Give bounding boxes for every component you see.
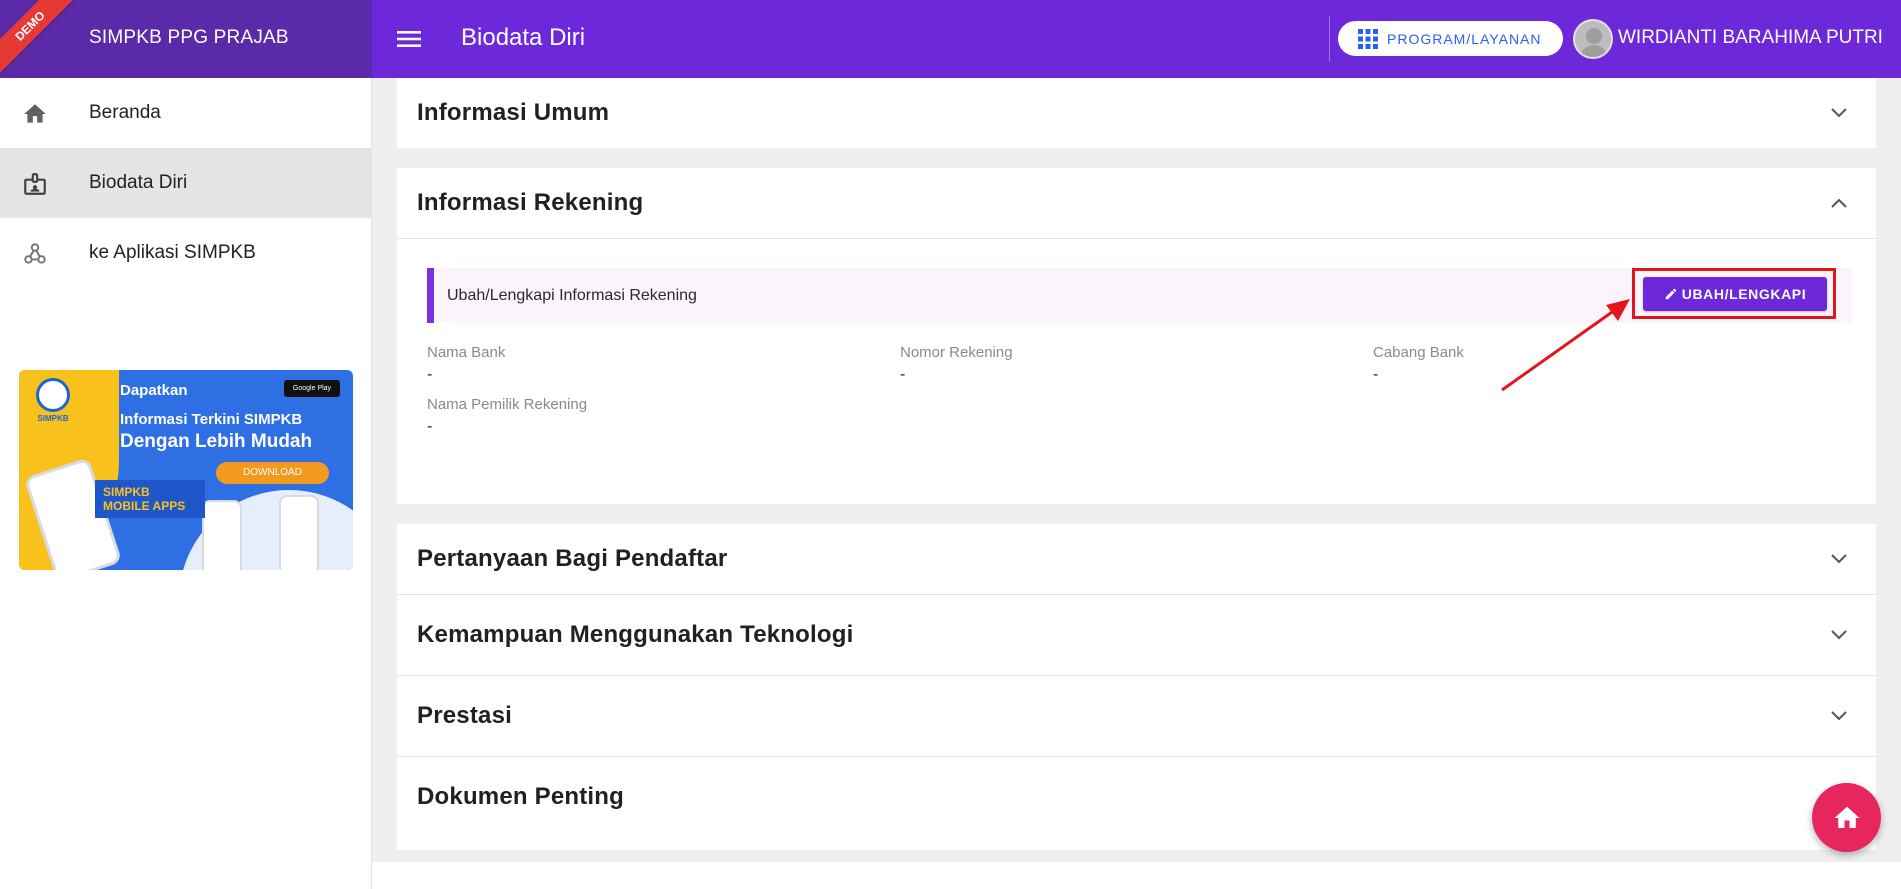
hamburger-icon (397, 31, 421, 47)
panel-title: Informasi Rekening (417, 189, 644, 216)
chevron-down-icon (1831, 711, 1847, 721)
program-layanan-button[interactable]: PROGRAM/LAYANAN (1338, 21, 1563, 56)
page-title: Biodata Diri (461, 24, 586, 51)
user-avatar[interactable] (1573, 19, 1613, 59)
home-icon (24, 104, 46, 123)
alert-text: Ubah/Lengkapi Informasi Rekening (447, 287, 697, 304)
panel-header-informasi-umum[interactable]: Informasi Umum (397, 78, 1876, 148)
user-name[interactable]: WIRDIANTI BARAHIMA PUTRI (1618, 27, 1883, 49)
webhook-icon (24, 243, 46, 264)
ubah-lengkapi-button[interactable]: UBAH/LENGKAPI (1643, 277, 1827, 311)
home-icon (1834, 806, 1859, 828)
panel-header-informasi-rekening[interactable]: Informasi Rekening (397, 168, 1876, 238)
phone-illustration (202, 500, 242, 570)
panel-title: Pertanyaan Bagi Pendaftar (417, 545, 728, 572)
chevron-up-icon (1831, 198, 1847, 208)
program-layanan-label: PROGRAM/LAYANAN (1387, 30, 1542, 47)
top-app-bar: DEMO SIMPKB PPG PRAJAB Biodata Diri PROG… (0, 0, 1901, 78)
ubah-lengkapi-label: UBAH/LENGKAPI (1681, 286, 1807, 302)
banner-text-2: Informasi Terkini SIMPKB (120, 411, 303, 428)
chevron-down-icon (1831, 630, 1847, 640)
panel-informasi-umum: Informasi Umum (397, 78, 1876, 148)
sidebar-item-beranda[interactable]: Beranda (0, 78, 372, 148)
main-content: Informasi Umum Informasi Rekening Ubah/L… (372, 78, 1901, 862)
banner-mobile-apps: SIMPKB MOBILE APPS (95, 480, 205, 518)
brand-area: DEMO SIMPKB PPG PRAJAB (0, 0, 372, 78)
chevron-down-icon (1831, 108, 1847, 118)
field-cabang-bank: Cabang Bank - (1373, 344, 1464, 383)
pencil-icon (1665, 288, 1677, 300)
panel-header-prestasi[interactable]: Prestasi (397, 676, 1876, 756)
phone-illustration (279, 495, 319, 570)
google-play-badge: Google Play (284, 380, 340, 397)
sidebar-item-biodata-diri[interactable]: Biodata Diri (0, 148, 372, 218)
menu-toggle-button[interactable] (392, 22, 426, 56)
sidebar: Beranda Biodata Diri ke Aplikasi SIMPKB … (0, 78, 372, 889)
apps-grid-icon (1358, 28, 1378, 49)
demo-ribbon: DEMO (0, 0, 81, 77)
sidebar-item-label: ke Aplikasi SIMPKB (89, 242, 256, 263)
panel-group-collapsed: Pertanyaan Bagi Pendaftar Kemampuan Meng… (397, 524, 1876, 850)
sidebar-item-label: Beranda (89, 102, 161, 123)
banner-text-3: Dengan Lebih Mudah (120, 431, 313, 452)
panel-header-kemampuan[interactable]: Kemampuan Menggunakan Teknologi (397, 595, 1876, 675)
panel-header-dokumen[interactable]: Dokumen Penting (397, 757, 1876, 837)
annotation-arrow (1501, 299, 1630, 392)
home-fab-button[interactable] (1812, 783, 1881, 852)
panel-title: Prestasi (417, 702, 512, 729)
panel-header-pertanyaan[interactable]: Pertanyaan Bagi Pendaftar (397, 524, 1876, 594)
simpkb-logo-icon: SIMPKB (31, 378, 75, 430)
field-nama-pemilik-rekening: Nama Pemilik Rekening - (427, 396, 588, 435)
header-divider (1329, 16, 1330, 62)
field-nomor-rekening: Nomor Rekening - (900, 344, 1013, 383)
panel-title: Informasi Umum (417, 99, 610, 126)
panel-title: Dokumen Penting (417, 783, 625, 810)
sidebar-item-aplikasi-simpkb[interactable]: ke Aplikasi SIMPKB (0, 218, 372, 288)
brand-name: SIMPKB PPG PRAJAB (89, 27, 289, 48)
sidebar-item-label: Biodata Diri (89, 172, 188, 193)
mobile-app-banner[interactable]: SIMPKB Dapatkan Informasi Terkini SIMPKB… (19, 370, 353, 570)
banner-text-1: Dapatkan (120, 382, 188, 399)
panel-informasi-rekening: Informasi Rekening Ubah/Lengkapi Informa… (397, 168, 1876, 504)
field-nama-bank: Nama Bank - (427, 344, 506, 383)
chevron-down-icon (1831, 554, 1847, 564)
panel-title: Kemampuan Menggunakan Teknologi (417, 621, 854, 648)
badge-icon (24, 173, 46, 195)
banner-download-button: DOWNLOAD (216, 462, 329, 484)
